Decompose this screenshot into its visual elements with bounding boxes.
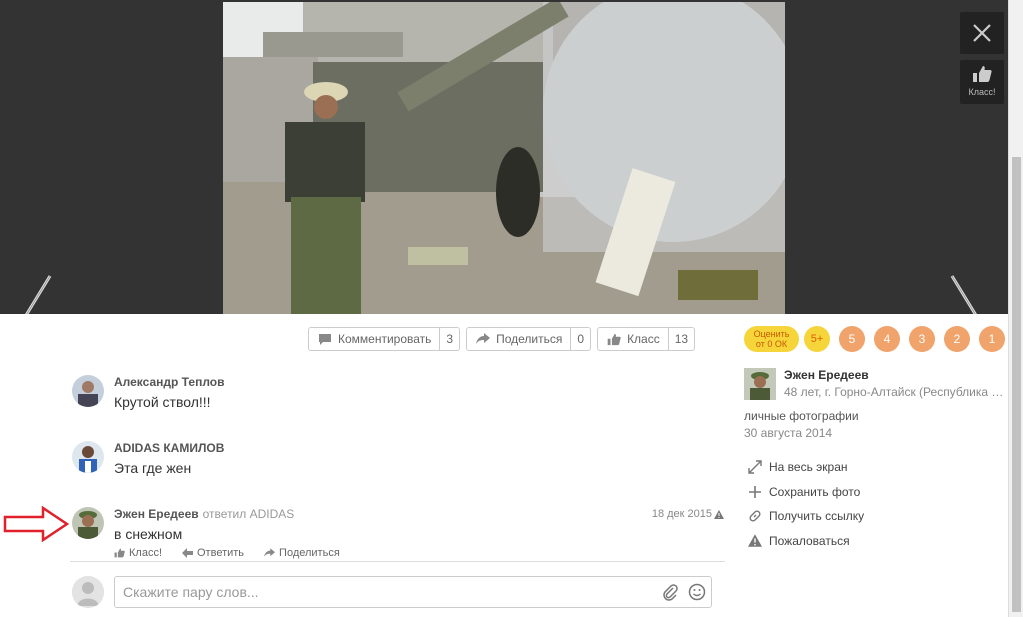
avatar[interactable] <box>72 507 104 539</box>
author-meta: 48 лет, г. Горно-Алтайск (Республика Алт… <box>784 385 1009 399</box>
close-icon <box>973 24 991 42</box>
red-arrow-annotation <box>3 505 70 545</box>
report-label: Пожаловаться <box>769 533 850 548</box>
klass-button[interactable]: Класс 13 <box>597 327 696 351</box>
comment-input[interactable] <box>114 576 712 608</box>
expand-icon <box>748 460 762 474</box>
photo-side-actions: На весь экран Сохранить фото Получить сс… <box>748 455 864 553</box>
comment-date: 18 дек 2015 <box>651 508 712 520</box>
comment-author[interactable]: Александр Теплов <box>114 375 225 389</box>
comment-item: Александр Теплов Крутой ствол!!! <box>72 375 722 415</box>
fullscreen-button[interactable]: На весь экран <box>748 455 864 480</box>
rate-5plus-button[interactable]: 5+ <box>804 326 830 352</box>
photo-actions: Комментировать 3 Поделиться 0 Класс 13 <box>308 327 701 351</box>
comment-button-label: Комментировать <box>338 332 432 346</box>
comment-klass-label: Класс! <box>129 547 162 559</box>
comment-klass-button[interactable]: Класс! <box>114 547 162 559</box>
klass-button-label: Класс <box>627 332 660 346</box>
divider <box>70 561 725 562</box>
share-button-label: Поделиться <box>496 332 563 346</box>
report-comment-button[interactable] <box>714 508 724 522</box>
comment-input-row <box>72 576 712 608</box>
get-link-button[interactable]: Получить ссылку <box>748 504 864 529</box>
paperclip-icon <box>663 584 678 601</box>
comment-text: Крутой ствол!!! <box>114 394 211 410</box>
smiley-icon <box>688 583 706 601</box>
rate-5-button[interactable]: 5 <box>839 326 865 352</box>
album-link[interactable]: личные фотографии <box>744 409 859 423</box>
plus-icon <box>749 485 761 498</box>
rate-4-button[interactable]: 4 <box>874 326 900 352</box>
photo-info-panel: Комментировать 3 Поделиться 0 Класс 13 А… <box>0 314 1009 617</box>
warning-icon <box>714 510 724 519</box>
rate-1-button[interactable]: 1 <box>979 326 1005 352</box>
share-icon <box>476 333 491 344</box>
scrollbar-thumb[interactable] <box>1012 157 1021 612</box>
rating-label: Оценить от 0 ОК <box>744 326 799 352</box>
photo-viewer: Класс! <box>0 0 1008 359</box>
share-count: 0 <box>570 328 590 350</box>
rate-2-button[interactable]: 2 <box>944 326 970 352</box>
share-icon <box>264 548 276 557</box>
reply-arrow-icon <box>182 548 193 558</box>
emoji-button[interactable] <box>688 583 706 604</box>
attach-button[interactable] <box>662 583 678 604</box>
comment-share-button[interactable]: Поделиться <box>264 547 340 559</box>
get-link-label: Получить ссылку <box>769 509 865 524</box>
close-button[interactable] <box>960 12 1004 54</box>
share-button[interactable]: Поделиться 0 <box>466 327 592 351</box>
rating-label-line1: Оценить <box>753 329 790 339</box>
comment-icon <box>319 334 331 345</box>
thumbs-up-icon <box>973 66 992 82</box>
klass-overlay-button[interactable]: Класс! <box>960 60 1004 104</box>
comment-button[interactable]: Комментировать 3 <box>308 327 461 351</box>
report-button[interactable]: Пожаловаться <box>748 529 864 554</box>
fullscreen-label: На весь экран <box>769 460 848 475</box>
comment-reply-button[interactable]: Ответить <box>182 547 244 559</box>
comment-text: Эта где жен <box>114 460 192 476</box>
comment-count: 3 <box>439 328 459 350</box>
author-name[interactable]: Эжен Ередеев <box>784 368 869 382</box>
scrollbar[interactable] <box>1008 0 1023 617</box>
save-photo-button[interactable]: Сохранить фото <box>748 480 864 505</box>
comment-share-label: Поделиться <box>279 547 340 559</box>
klass-overlay-label: Класс! <box>968 87 996 97</box>
comment-actions: Класс! Ответить Поделиться <box>114 547 340 559</box>
thumbs-up-icon <box>607 333 621 345</box>
comment-item: Эжен Ередеев ответил ADIDAS 18 дек 2015 в… <box>72 507 724 561</box>
warning-icon <box>748 534 762 548</box>
avatar[interactable] <box>72 375 104 407</box>
author-avatar[interactable] <box>744 368 776 400</box>
link-icon <box>749 510 761 522</box>
comment-author[interactable]: ADIDAS КАМИЛОВ <box>114 441 224 455</box>
comment-item: ADIDAS КАМИЛОВ Эта где жен <box>72 441 722 481</box>
rating-bar: Оценить от 0 ОК 5+ 5 4 3 2 1 <box>744 326 1005 352</box>
save-photo-label: Сохранить фото <box>769 484 861 499</box>
thumbs-up-icon <box>114 548 125 558</box>
current-user-avatar <box>72 576 104 608</box>
arrow-right-icon <box>3 505 70 543</box>
photo[interactable] <box>223 2 785 314</box>
klass-count: 13 <box>667 328 694 350</box>
reply-to-label[interactable]: ответил ADIDAS <box>203 507 295 521</box>
rate-3-button[interactable]: 3 <box>909 326 935 352</box>
rating-label-line2: от 0 ОК <box>755 339 788 349</box>
comment-reply-label: Ответить <box>197 547 245 559</box>
photo-date: 30 августа 2014 <box>744 426 833 440</box>
comment-text: в снежном <box>114 526 183 542</box>
avatar[interactable] <box>72 441 104 473</box>
comment-author[interactable]: Эжен Ередеев <box>114 507 199 521</box>
